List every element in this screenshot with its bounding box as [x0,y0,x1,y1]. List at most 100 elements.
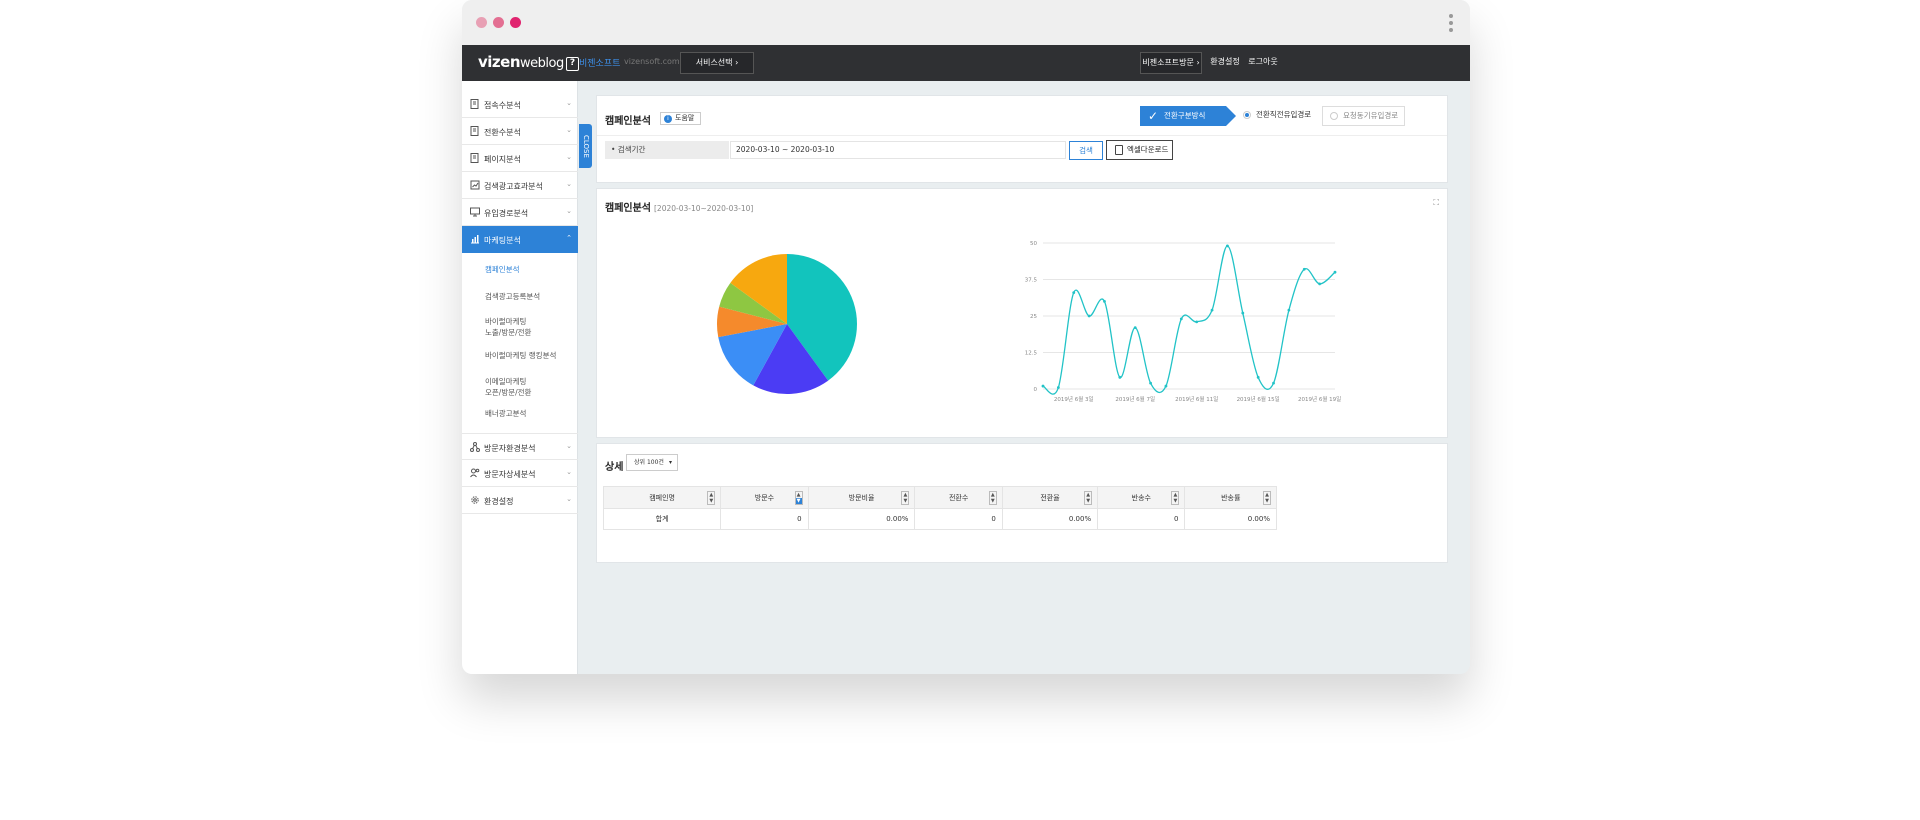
top-count-select[interactable]: 상위 100건 ▾ [626,454,678,471]
logout-link[interactable]: 로그아웃 [1244,52,1282,74]
data-point[interactable] [1118,375,1122,379]
x-tick-label: 2019년 6월 7일 [1115,395,1155,403]
sort-icon[interactable]: ▲ ▼ [988,491,997,505]
chevron-right-icon: › [735,58,739,67]
brand-link[interactable]: 비젠소프트 [579,56,620,69]
more-options-icon[interactable] [1448,12,1454,34]
column-header[interactable]: 반송수 ▲ ▼ [1097,486,1186,509]
sidebar-item-access[interactable]: 접속수분석 ⌄ [462,91,578,118]
radio-selected-icon [1243,111,1251,119]
sidebar-item-inflow[interactable]: 유입경로분석 ⌄ [462,199,578,226]
sidebar-item-settings[interactable]: 환경설정 ⌄ [462,487,578,514]
help-button[interactable]: i 도움말 [660,112,701,125]
data-point[interactable] [1041,384,1045,388]
pie-chart [717,254,857,394]
series-line [1042,245,1336,395]
detail-title: 상세 [605,462,624,473]
data-point[interactable] [1287,308,1291,312]
sort-icon[interactable]: ▲ ▼ [707,491,716,505]
column-header[interactable]: 전환수 ▲ ▼ [914,486,1003,509]
excel-download-button[interactable]: 엑셀다운로드 [1106,140,1173,160]
service-select[interactable]: 서비스선택 › [680,52,754,74]
data-point[interactable] [1302,267,1306,271]
data-point[interactable] [1072,291,1076,295]
sidebar-item-page[interactable]: 페이지분석 ⌄ [462,145,578,172]
settings-link[interactable]: 환경설정 [1206,52,1244,74]
data-point[interactable] [1056,386,1060,389]
sidebar-item-marketing[interactable]: 마케팅분석 ⌃ [462,226,578,253]
column-header[interactable]: 반송률 ▲ ▼ [1184,486,1277,509]
browser-window: vizenweblog? 비젠소프트 vizensoft.com 서비스선택 ›… [462,0,1470,674]
sidebar-subitem-email-marketing[interactable]: 이메일마케팅 오픈/방문/전환 [485,376,531,398]
x-tick-label: 2019년 6월 15일 [1237,395,1280,403]
data-point[interactable] [1272,381,1275,385]
campaign-chart-panel: 캠페인분석 [2020-03-10~2020-03-10] ⛶ 0 12.5 25 37… [596,188,1448,438]
step-request-inflow[interactable]: 요청동기유입경로 [1322,106,1405,126]
campaign-header-panel: 캠페인분석 i 도움말 ✓ 전환구분방식 전환직전유입경로 요청동기유입경로 • 검… [596,95,1448,183]
search-button[interactable]: 검색 [1069,141,1103,160]
data-point[interactable] [1103,300,1106,303]
data-point[interactable] [1087,314,1091,318]
table-header-row: 캠페인명 ▲ ▼ 방문수 ▲ ▼ 방문비율 ▲ ▼ 전환수 ▲ ▼ 전환율 ▲ ▼ 반송수 ▲ ▼ 반송률 ▲ ▼ [602,486,1277,509]
step-conversion-method[interactable]: ✓ 전환구분방식 [1140,106,1236,126]
total-value-cell: 0.00% [1184,508,1277,530]
x-tick-label: 2019년 6월 19일 [1298,395,1341,403]
column-header[interactable]: 방문수 ▲ ▼ [720,486,809,509]
document-icon [470,153,479,163]
document-icon [470,99,479,109]
column-header[interactable]: 전환율 ▲ ▼ [1001,486,1099,509]
line-chart: 0 12.5 25 37.5 50 2019년 6월 3일 2019년 6월 7일 2019년… [1025,241,1341,403]
total-value-cell: 0.00% [1001,508,1099,530]
sidebar-item-visitor-detail[interactable]: 방문자상세분석 ⌄ [462,460,578,487]
window-titlebar [462,0,1470,45]
data-point[interactable] [1318,282,1322,286]
data-point[interactable] [1256,375,1260,379]
data-point[interactable] [1333,270,1337,274]
expand-icon[interactable]: ⛶ [1433,198,1439,208]
data-point[interactable] [1149,381,1152,385]
sidebar-subitem-viral-ranking[interactable]: 바이럴마케팅 랭킹분석 [485,350,556,361]
date-range-input[interactable]: 2020-03-10 ~ 2020-03-10 [730,141,1066,159]
info-icon: i [664,115,672,123]
sidebar-subitem-campaign[interactable]: 캠페인분석 [485,264,520,275]
sidebar-close-tab[interactable]: CLOSE [579,124,592,168]
chevron-down-icon: ⌄ [566,153,572,161]
total-value-cell: 0 [914,508,1003,530]
data-point[interactable] [1226,244,1229,248]
data-point[interactable] [1164,384,1168,388]
data-point[interactable] [1133,326,1137,330]
sidebar-item-visitor-env[interactable]: 방문자환경분석 ⌄ [462,433,578,460]
column-header[interactable]: 방문비율 ▲ ▼ [807,486,916,509]
sort-icon[interactable]: ▲ ▼ [794,491,803,505]
divider [597,135,1447,136]
chevron-down-icon: ⌄ [566,495,572,503]
sort-icon[interactable]: ▲ ▼ [1263,491,1271,505]
vizensoft-visit-button[interactable]: 비젠소프트방문 › [1140,52,1202,74]
vizen-weblog-logo[interactable]: vizenweblog? [478,53,579,71]
data-point[interactable] [1241,311,1245,315]
sidebar-subitem-viral-marketing[interactable]: 바이럴마케팅 노출/방문/전환 [485,316,531,338]
window-close-dot[interactable] [476,17,487,28]
radio-icon [1330,112,1338,120]
data-point[interactable] [1179,317,1183,321]
x-tick-label: 2019년 6월 3일 [1054,395,1094,403]
sidebar-item-conversion[interactable]: 전환수분석 ⌄ [462,118,578,145]
step-direct-inflow[interactable]: 전환직전유입경로 [1236,106,1320,126]
data-point[interactable] [1195,320,1199,324]
sidebar-subitem-banner-ad[interactable]: 배너광고분석 [485,408,526,419]
sort-icon[interactable]: ▲ ▼ [1084,491,1093,505]
top-navigation: vizenweblog? 비젠소프트 vizensoft.com 서비스선택 ›… [462,45,1470,81]
sidebar-item-search-ad[interactable]: 검색광고효과분석 ⌄ [462,172,578,199]
page-title: 캠페인분석 [605,116,651,127]
data-point[interactable] [1210,308,1214,312]
document-icon [470,126,479,136]
users-icon [470,468,480,478]
sidebar-subitem-search-ad-registration[interactable]: 검색광고등록분석 [485,291,540,302]
sort-icon[interactable]: ▲ ▼ [1171,491,1180,505]
y-tick-label: 0 [1034,387,1038,393]
sort-icon[interactable]: ▲ ▼ [901,491,910,505]
column-header[interactable]: 캠페인명 ▲ ▼ [602,486,722,509]
window-maximize-dot[interactable] [510,17,521,28]
total-value-cell: 0 [1097,508,1186,530]
window-minimize-dot[interactable] [493,17,504,28]
